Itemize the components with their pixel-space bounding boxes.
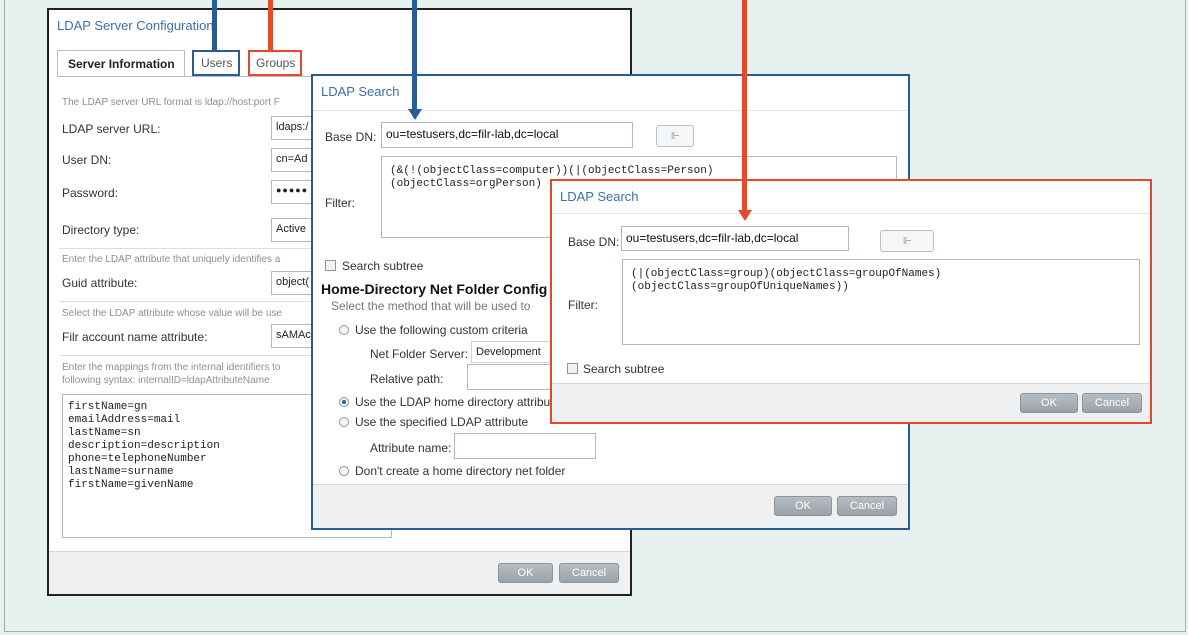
cancel-button[interactable]: Cancel: [837, 496, 897, 516]
cancel-button[interactable]: Cancel: [1082, 393, 1142, 413]
filter-label: Filter:: [568, 298, 598, 312]
search-subtree-label: Search subtree: [583, 362, 665, 376]
ldap-search-groups-dialog: LDAP Search Base DN: ou=testusers,dc=fil…: [550, 179, 1152, 424]
users-callout-arrow: [212, 0, 217, 50]
groups-basedn-callout-arrow: [742, 0, 747, 211]
net-folder-server-label: Net Folder Server:: [370, 347, 469, 361]
tab-users[interactable]: Users: [192, 50, 240, 76]
tab-label: Server Information: [68, 57, 175, 71]
relative-path-input[interactable]: [467, 364, 551, 390]
dirtype-label: Directory type:: [62, 223, 140, 237]
search-subtree-checkbox[interactable]: [567, 363, 578, 374]
url-hint: The LDAP server URL format is ldap://hos…: [62, 97, 280, 108]
account-hint: Select the LDAP attribute whose value wi…: [62, 308, 282, 319]
title-divider: [313, 110, 908, 111]
users-basedn-callout-arrow: [412, 0, 417, 110]
attribute-name-label: Attribute name:: [370, 441, 452, 455]
attribute-name-input[interactable]: [454, 433, 596, 459]
dialog-footer: OK Cancel: [313, 484, 908, 528]
search-subtree-checkbox[interactable]: [325, 260, 336, 271]
cancel-button[interactable]: Cancel: [559, 563, 619, 583]
ok-button[interactable]: OK: [1020, 393, 1078, 413]
filter-line: (|(objectClass=group)(objectClass=groupO…: [631, 268, 942, 280]
dialog-footer: OK Cancel: [552, 383, 1150, 422]
radio-home-attribute[interactable]: [339, 397, 349, 407]
users-basedn-arrowhead: [408, 109, 422, 120]
radio-home-attribute-label: Use the LDAP home directory attribut: [355, 395, 554, 409]
tab-label: Groups: [256, 56, 296, 70]
mapping-hint-1: Enter the mappings from the internal ide…: [62, 362, 281, 373]
tree-icon: ⊩: [671, 131, 680, 142]
guid-hint: Enter the LDAP attribute that uniquely i…: [62, 254, 281, 265]
title-divider: [552, 213, 1150, 214]
ok-button[interactable]: OK: [774, 496, 832, 516]
basedn-label: Base DN:: [568, 235, 620, 249]
mapping-hint-2: following syntax: internalID=ldapAttribu…: [62, 375, 270, 386]
basedn-input[interactable]: ou=testusers,dc=filr-lab,dc=local: [381, 122, 633, 148]
browse-button[interactable]: ⊩: [656, 125, 694, 147]
net-folder-server-select[interactable]: Development: [471, 341, 551, 363]
guid-label: Guid attribute:: [62, 276, 138, 290]
basedn-label: Base DN:: [325, 130, 377, 144]
radio-no-home-folder[interactable]: [339, 466, 349, 476]
section-divider: [59, 248, 319, 249]
filter-line: (&(!(objectClass=computer))(|(objectClas…: [390, 165, 714, 177]
tree-icon: ⊩: [903, 236, 912, 247]
filter-label: Filter:: [325, 196, 355, 210]
groups-basedn-arrowhead: [738, 210, 752, 221]
password-label: Password:: [62, 186, 119, 200]
dialog-title: LDAP Search: [321, 84, 400, 99]
groups-callout-arrow: [268, 0, 273, 50]
radio-custom-criteria[interactable]: [339, 325, 349, 335]
home-directory-subtitle: Select the method that will be used to: [331, 299, 531, 313]
radio-custom-criteria-label: Use the following custom criteria: [355, 323, 528, 337]
url-label: LDAP server URL:: [62, 122, 161, 136]
userdn-label: User DN:: [62, 153, 112, 167]
browse-button[interactable]: ⊩: [880, 230, 934, 252]
account-label: Filr account name attribute:: [62, 330, 208, 344]
home-directory-heading: Home-Directory Net Folder Config: [321, 281, 548, 297]
ok-button[interactable]: OK: [498, 563, 553, 583]
tab-groups[interactable]: Groups: [248, 50, 302, 76]
filter-textarea[interactable]: (|(objectClass=group)(objectClass=groupO…: [622, 259, 1140, 345]
tab-label: Users: [201, 56, 233, 70]
radio-specified-attribute[interactable]: [339, 417, 349, 427]
filter-line: (objectClass=groupOfUniqueNames)): [631, 281, 849, 293]
basedn-input[interactable]: ou=testusers,dc=filr-lab,dc=local: [621, 226, 849, 251]
radio-no-home-folder-label: Don't create a home directory net folder: [355, 464, 566, 478]
dialog-title: LDAP Server Configuration: [57, 18, 214, 33]
relative-path-label: Relative path:: [370, 372, 444, 386]
search-subtree-label: Search subtree: [342, 259, 424, 273]
radio-specified-attribute-label: Use the specified LDAP attribute: [355, 415, 529, 429]
dialog-footer: OK Cancel: [49, 551, 630, 594]
dialog-title: LDAP Search: [560, 189, 639, 204]
section-divider: [59, 355, 319, 356]
tab-server-information[interactable]: Server Information: [57, 50, 185, 76]
section-divider: [59, 301, 319, 302]
